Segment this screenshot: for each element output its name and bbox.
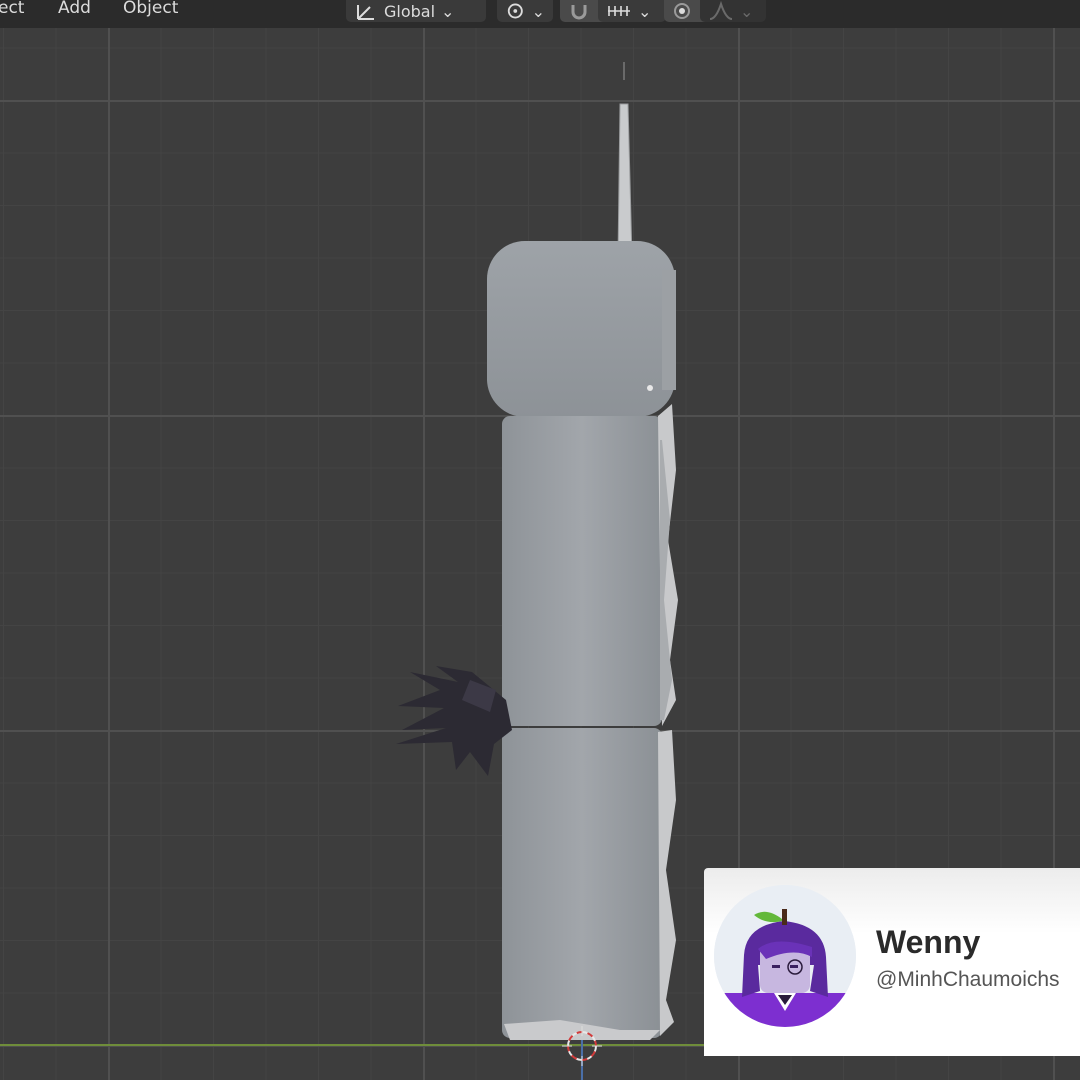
legs-mesh[interactable] (502, 728, 676, 1040)
menu-select[interactable]: ect (0, 0, 24, 17)
proportional-editing-icon (674, 3, 690, 19)
transform-orientation-label: Global (384, 1, 436, 21)
antenna-bone[interactable] (617, 62, 643, 264)
chevron-down-icon: ⌄ (441, 1, 455, 21)
pivot-point-dropdown[interactable]: ⌄ (497, 0, 553, 22)
avatar (714, 885, 856, 1027)
transform-orientation-icon (357, 5, 374, 20)
creator-name: Wenny (876, 924, 981, 960)
proportional-falloff-dropdown[interactable]: ⌄ (700, 0, 766, 22)
chevron-down-icon: ⌄ (531, 1, 545, 21)
creator-card: Wenny @MinhChaumoichs (704, 868, 1080, 1056)
snap-target-dropdown[interactable]: ⌄ (598, 0, 666, 22)
menu-add[interactable]: Add (58, 0, 91, 17)
creator-handle: @MinhChaumoichs (876, 968, 1060, 991)
snap-increment-icon (608, 6, 630, 16)
pivot-point-icon (507, 3, 523, 19)
head-mesh[interactable] (487, 241, 676, 417)
viewport-header: ect Add Object Global ⌄ ⌄ ⌄ ⌄ (0, 0, 1080, 28)
transform-orientation-dropdown[interactable]: Global ⌄ (346, 0, 486, 22)
snap-magnet-icon (571, 5, 587, 20)
eggplant-avatar-icon (714, 885, 856, 1027)
menu-object[interactable]: Object (123, 0, 178, 17)
torso-mesh[interactable] (502, 404, 678, 726)
falloff-curve-icon (709, 1, 733, 20)
spiky-hair-mesh[interactable] (396, 666, 512, 776)
chevron-down-icon: ⌄ (638, 1, 652, 21)
chevron-down-icon: ⌄ (740, 1, 754, 21)
